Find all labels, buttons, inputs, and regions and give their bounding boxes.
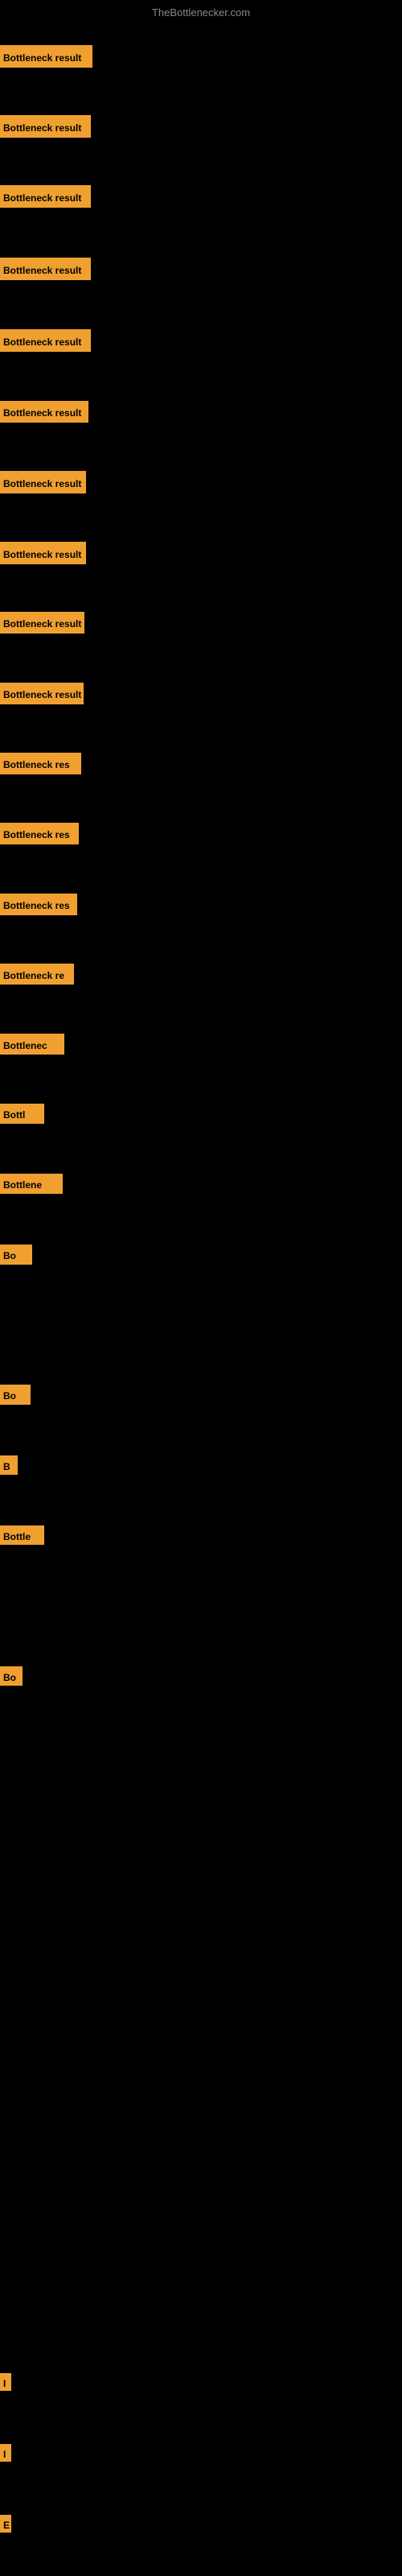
bottleneck-badge-9: Bottleneck result — [0, 683, 84, 704]
bottleneck-badge-10: Bottleneck res — [0, 753, 81, 774]
bottleneck-badge-5: Bottleneck result — [0, 401, 88, 423]
bottleneck-badge-11: Bottleneck res — [0, 823, 79, 844]
bottleneck-badge-23: I — [0, 2444, 11, 2462]
bottleneck-badge-13: Bottleneck re — [0, 964, 74, 985]
bottleneck-badge-24: E — [0, 2515, 11, 2533]
bottleneck-badge-15: Bottl — [0, 1104, 44, 1124]
bottleneck-badge-12: Bottleneck res — [0, 894, 77, 915]
bottleneck-badge-4: Bottleneck result — [0, 329, 91, 352]
bottleneck-badge-14: Bottlenec — [0, 1034, 64, 1055]
bottleneck-badge-19: B — [0, 1455, 18, 1475]
bottleneck-badge-3: Bottleneck result — [0, 258, 91, 280]
bottleneck-badge-22: I — [0, 2373, 11, 2391]
bottleneck-badge-8: Bottleneck result — [0, 612, 84, 634]
site-title: TheBottlenecker.com — [0, 6, 402, 19]
bottleneck-badge-20: Bottle — [0, 1525, 44, 1545]
bottleneck-badge-1: Bottleneck result — [0, 115, 91, 138]
bottleneck-badge-18: Bo — [0, 1385, 31, 1405]
bottleneck-badge-7: Bottleneck result — [0, 542, 86, 564]
bottleneck-badge-21: Bo — [0, 1666, 23, 1686]
bottleneck-badge-6: Bottleneck result — [0, 471, 86, 493]
bottleneck-badge-17: Bo — [0, 1245, 32, 1265]
bottleneck-badge-2: Bottleneck result — [0, 185, 91, 208]
bottleneck-badge-0: Bottleneck result — [0, 45, 92, 68]
bottleneck-badge-16: Bottlene — [0, 1174, 63, 1194]
